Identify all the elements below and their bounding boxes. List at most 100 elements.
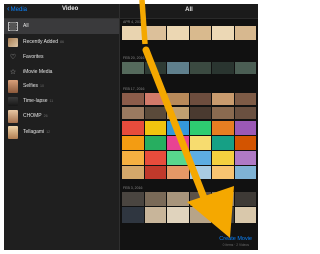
video-thumbnail[interactable] bbox=[189, 151, 211, 165]
video-thumbnail[interactable] bbox=[212, 151, 234, 165]
video-thumbnail[interactable] bbox=[234, 166, 256, 179]
video-thumbnail[interactable] bbox=[234, 136, 256, 150]
time-lapse-thumbnail bbox=[8, 97, 18, 106]
video-thumbnail[interactable] bbox=[167, 166, 189, 179]
video-thumbnail[interactable] bbox=[212, 121, 234, 135]
video-thumbnail[interactable] bbox=[122, 192, 144, 206]
video-thumbnail[interactable] bbox=[122, 107, 144, 119]
video-thumbnail[interactable] bbox=[189, 62, 211, 74]
item-count: 10 bbox=[40, 84, 45, 88]
bottom-toolbar: Create Movie 0 items · 2 Videos bbox=[120, 230, 258, 250]
section-date: FEB 3, 2016 bbox=[123, 186, 143, 190]
video-thumbnail[interactable] bbox=[167, 26, 189, 40]
sidebar-item-label: Time-lapse 11 bbox=[23, 98, 54, 104]
item-count: 86 bbox=[60, 40, 65, 44]
video-row[interactable] bbox=[122, 93, 256, 105]
video-thumbnail[interactable] bbox=[234, 62, 256, 74]
sidebar-title: Video bbox=[62, 6, 79, 12]
video-thumbnail[interactable] bbox=[144, 136, 166, 150]
video-thumbnail[interactable] bbox=[189, 192, 211, 206]
video-thumbnail[interactable] bbox=[122, 136, 144, 150]
video-row[interactable] bbox=[122, 166, 256, 179]
video-thumbnail[interactable] bbox=[122, 93, 144, 105]
video-row[interactable] bbox=[122, 62, 256, 74]
video-thumbnail[interactable] bbox=[122, 26, 144, 40]
video-thumbnail[interactable] bbox=[234, 26, 256, 40]
section-date: FEB 17, 2016 bbox=[123, 87, 145, 91]
sidebar-item-all[interactable]: All bbox=[4, 19, 119, 34]
video-thumbnail[interactable] bbox=[122, 166, 144, 179]
video-thumbnail[interactable] bbox=[189, 166, 211, 179]
sidebar-item-tellagami[interactable]: Tellagami 12 bbox=[4, 125, 119, 140]
video-thumbnail[interactable] bbox=[234, 107, 256, 119]
video-thumbnail[interactable] bbox=[144, 121, 166, 135]
back-button[interactable]: ‹Media bbox=[7, 5, 27, 14]
video-row[interactable] bbox=[122, 151, 256, 165]
video-thumbnail[interactable] bbox=[167, 121, 189, 135]
video-thumbnail[interactable] bbox=[212, 207, 234, 223]
sidebar-item-imovie-media[interactable]: ☆ iMovie Media bbox=[4, 65, 119, 80]
video-thumbnail[interactable] bbox=[144, 93, 166, 105]
video-thumbnail[interactable] bbox=[122, 151, 144, 165]
selection-summary: 0 items · 2 Videos bbox=[222, 243, 249, 247]
sidebar-item-favorites[interactable]: ♡ Favorites bbox=[4, 50, 119, 65]
video-thumbnail[interactable] bbox=[167, 151, 189, 165]
video-thumbnail[interactable] bbox=[212, 107, 234, 119]
video-row[interactable] bbox=[122, 136, 256, 150]
video-row[interactable] bbox=[122, 121, 256, 135]
sidebar-item-selfies[interactable]: Selfies 10 bbox=[4, 79, 119, 94]
video-thumbnail[interactable] bbox=[144, 192, 166, 206]
tellagami-thumbnail bbox=[8, 126, 18, 139]
video-row[interactable] bbox=[122, 26, 256, 40]
video-thumbnail[interactable] bbox=[212, 26, 234, 40]
video-row[interactable] bbox=[122, 107, 256, 119]
video-thumbnail[interactable] bbox=[234, 207, 256, 223]
video-thumbnail[interactable] bbox=[144, 26, 166, 40]
video-row[interactable] bbox=[122, 207, 256, 223]
video-thumbnail[interactable] bbox=[144, 107, 166, 119]
video-thumbnail[interactable] bbox=[234, 93, 256, 105]
sidebar-header: ‹Media Video bbox=[4, 4, 119, 19]
video-thumbnail[interactable] bbox=[144, 151, 166, 165]
video-thumbnail[interactable] bbox=[144, 207, 166, 223]
item-count: 12 bbox=[46, 130, 51, 134]
video-thumbnail[interactable] bbox=[167, 62, 189, 74]
video-thumbnail[interactable] bbox=[122, 62, 144, 74]
imovie-screen: ‹Media Video All Recently Added 86 ♡ Favo… bbox=[4, 4, 258, 250]
section-date: FEB 20, 2016 bbox=[123, 56, 145, 60]
video-thumbnail[interactable] bbox=[144, 62, 166, 74]
video-thumbnail[interactable] bbox=[122, 121, 144, 135]
video-thumbnail[interactable] bbox=[234, 121, 256, 135]
sidebar-item-time-lapse[interactable]: Time-lapse 11 bbox=[4, 94, 119, 109]
video-thumbnail[interactable] bbox=[212, 192, 234, 206]
video-thumbnail[interactable] bbox=[167, 136, 189, 150]
sidebar-item-chomp[interactable]: CHOMP 26 bbox=[4, 109, 119, 124]
video-thumbnail[interactable] bbox=[167, 207, 189, 223]
video-thumbnail[interactable] bbox=[212, 166, 234, 179]
sidebar-item-label: Favorites bbox=[23, 54, 44, 60]
video-thumbnail[interactable] bbox=[189, 207, 211, 223]
video-thumbnail[interactable] bbox=[189, 121, 211, 135]
video-thumbnail[interactable] bbox=[144, 166, 166, 179]
video-thumbnail[interactable] bbox=[189, 26, 211, 40]
video-thumbnail[interactable] bbox=[189, 136, 211, 150]
video-thumbnail[interactable] bbox=[167, 192, 189, 206]
film-icon bbox=[8, 22, 18, 31]
recently-added-thumbnail bbox=[8, 38, 18, 47]
video-thumbnail[interactable] bbox=[234, 192, 256, 206]
item-count: 11 bbox=[49, 99, 54, 103]
video-thumbnail[interactable] bbox=[234, 151, 256, 165]
video-thumbnail[interactable] bbox=[212, 62, 234, 74]
video-thumbnail[interactable] bbox=[212, 136, 234, 150]
item-count: 26 bbox=[43, 114, 48, 118]
video-thumbnail[interactable] bbox=[167, 107, 189, 119]
video-thumbnail[interactable] bbox=[189, 107, 211, 119]
video-thumbnail[interactable] bbox=[167, 93, 189, 105]
sidebar-item-recently-added[interactable]: Recently Added 86 bbox=[4, 35, 119, 50]
sidebar-item-label: Tellagami 12 bbox=[23, 129, 51, 135]
video-thumbnail[interactable] bbox=[212, 93, 234, 105]
video-thumbnail[interactable] bbox=[122, 207, 144, 223]
create-movie-button[interactable]: Create Movie bbox=[219, 236, 252, 242]
video-thumbnail[interactable] bbox=[189, 93, 211, 105]
video-row[interactable] bbox=[122, 192, 256, 206]
